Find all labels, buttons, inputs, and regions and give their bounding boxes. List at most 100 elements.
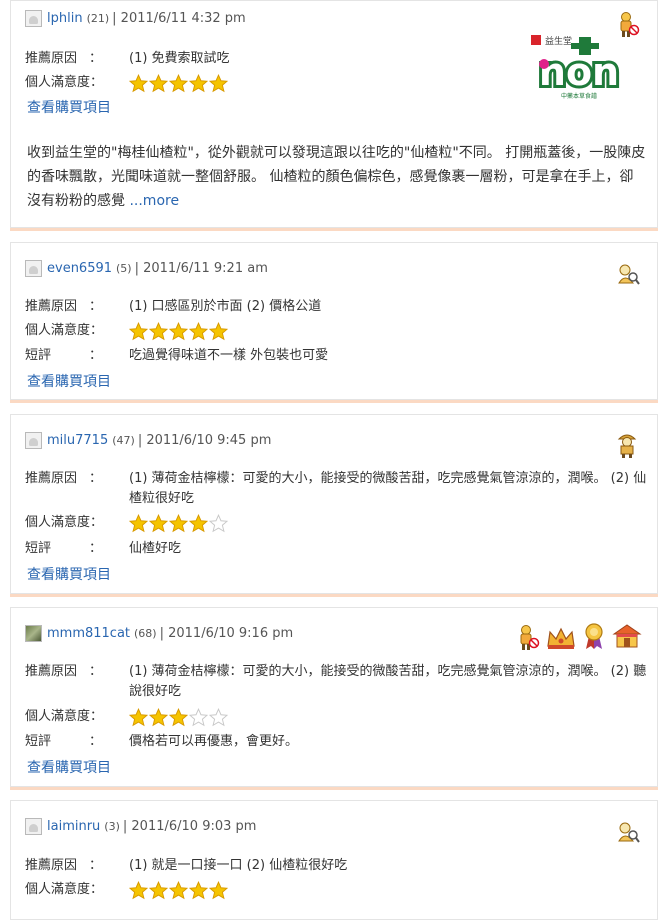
username-link[interactable]: mmm811cat [47, 626, 130, 641]
review-card: even6591 (5) | 2011/6/11 9:21 am 推薦原因 ： … [10, 242, 658, 400]
rating-stars [129, 322, 228, 341]
reason-row: 推薦原因 ： (1) 薄荷金桔檸檬：可愛的大小，能接受的微酸苦甜，吃完感覺氣管涼… [25, 662, 649, 702]
star-filled-icon [129, 514, 148, 533]
comment-row: 短評 ： 仙楂好吃 [25, 539, 181, 559]
star-filled-icon [209, 881, 228, 900]
reason-row: 推薦原因 ： (1) 就是一口接一口 (2) 仙楂粒很好吃 [25, 856, 347, 876]
review-header: even6591 (5) | 2011/6/11 9:21 am [25, 259, 268, 277]
star-filled-icon [149, 708, 168, 727]
view-purchase-link[interactable]: 查看購買項目 [27, 97, 111, 117]
svg-text:益生堂: 益生堂 [545, 35, 572, 47]
star-filled-icon [149, 74, 168, 93]
view-purchase-link[interactable]: 查看購買項目 [27, 564, 111, 584]
satisfaction-row: 個人滿意度： [25, 73, 228, 93]
review-date: | 2011/6/10 9:16 pm [159, 625, 294, 641]
reason-value: (1) 薄荷金桔檸檬：可愛的大小，能接受的微酸苦甜，吃完感覺氣管涼涼的，潤喉。 … [129, 664, 647, 699]
medal-badge-icon[interactable] [581, 622, 607, 650]
review-card: milu7715 (47) | 2011/6/10 9:45 pm 推薦原因 ：… [10, 414, 658, 594]
star-filled-icon [129, 881, 148, 900]
username-link[interactable]: even6591 [47, 261, 112, 276]
reason-value: (1) 就是一口接一口 (2) 仙楂粒很好吃 [129, 858, 348, 873]
avatar[interactable] [25, 817, 42, 835]
comment-row: 短評 ： 價格若可以再優惠，會更好。 [25, 732, 298, 752]
review-date: | 2011/6/11 4:32 pm [112, 10, 246, 26]
explorer-badge-icon[interactable] [615, 431, 641, 459]
star-filled-icon [169, 881, 188, 900]
review-header: laiminru (3) | 2011/6/10 9:03 pm [25, 817, 256, 835]
satisfaction-label: 個人滿意度： [25, 515, 104, 530]
rating-stars [129, 74, 228, 93]
comment-value: 吃過覺得味道不一樣 外包裝也可愛 [129, 348, 329, 363]
svg-text:中藥本草食譜: 中藥本草食譜 [561, 92, 597, 100]
comment-row: 短評 ： 吃過覺得味道不一樣 外包裝也可愛 [25, 346, 328, 366]
brand-logo: 益生堂 non 中藥本草食譜 [527, 31, 631, 101]
star-filled-icon [189, 881, 208, 900]
review-body: 收到益生堂的"梅桂仙楂粒"，從外觀就可以發現這跟以往吃的"仙楂粒"不同。 打開瓶… [27, 145, 646, 209]
satisfaction-row: 個人滿意度： [25, 707, 228, 727]
username-link[interactable]: lphlin [47, 11, 83, 26]
satisfaction-row: 個人滿意度： [25, 513, 228, 533]
review-date: | 2011/6/10 9:45 pm [137, 432, 272, 448]
search-person-badge-icon[interactable] [615, 819, 641, 847]
username-link[interactable]: milu7715 [47, 433, 108, 448]
reason-label: 推薦原因 [25, 664, 78, 679]
satisfaction-label: 個人滿意度： [25, 75, 104, 90]
review-header: milu7715 (47) | 2011/6/10 9:45 pm [25, 431, 271, 449]
review-date: | 2011/6/11 9:21 am [134, 260, 268, 276]
avatar[interactable] [25, 624, 42, 642]
view-purchase-link[interactable]: 查看購買項目 [27, 371, 111, 391]
shop-badge-icon[interactable] [611, 622, 643, 650]
star-filled-icon [209, 322, 228, 341]
reason-row: 推薦原因 ： (1) 免費索取試吃 [25, 49, 230, 69]
satisfaction-row: 個人滿意度： [25, 321, 228, 341]
reason-label: 推薦原因 [25, 51, 78, 66]
more-link[interactable]: ...more [129, 193, 179, 209]
star-empty-icon [209, 514, 228, 533]
rating-stars [129, 708, 228, 727]
review-date: | 2011/6/10 9:03 pm [122, 818, 257, 834]
star-filled-icon [129, 74, 148, 93]
star-filled-icon [189, 322, 208, 341]
review-header: lphlin (21) | 2011/6/11 4:32 pm [25, 9, 246, 27]
review-count: (68) [134, 626, 157, 640]
star-empty-icon [189, 708, 208, 727]
satisfaction-label: 個人滿意度： [25, 709, 104, 724]
comment-label: 短評 [25, 734, 52, 749]
star-filled-icon [149, 514, 168, 533]
star-filled-icon [149, 881, 168, 900]
star-filled-icon [169, 74, 188, 93]
rating-stars [129, 514, 228, 533]
star-filled-icon [129, 708, 148, 727]
view-purchase-link[interactable]: 查看購買項目 [27, 757, 111, 777]
rating-stars [129, 881, 228, 900]
member-badge-icon[interactable] [515, 624, 541, 652]
username-link[interactable]: laiminru [47, 819, 100, 834]
satisfaction-label: 個人滿意度： [25, 323, 104, 338]
review-card: lphlin (21) | 2011/6/11 4:32 pm 益生堂 non … [10, 0, 658, 228]
star-filled-icon [189, 514, 208, 533]
search-person-badge-icon[interactable] [615, 261, 641, 289]
reason-value: (1) 口感區別於市面 (2) 價格公道 [129, 299, 322, 314]
review-count: (47) [112, 433, 135, 447]
star-filled-icon [149, 322, 168, 341]
review-card: laiminru (3) | 2011/6/10 9:03 pm 推薦原因 ： … [10, 800, 658, 920]
reason-value: (1) 免費索取試吃 [129, 51, 230, 66]
avatar[interactable] [25, 259, 42, 277]
svg-text:non: non [539, 50, 619, 94]
comment-label: 短評 [25, 348, 52, 363]
star-filled-icon [169, 708, 188, 727]
reason-row: 推薦原因 ： (1) 薄荷金桔檸檬：可愛的大小，能接受的微酸苦甜，吃完感覺氣管涼… [25, 469, 649, 509]
comment-value: 價格若可以再優惠，會更好。 [129, 734, 299, 749]
comment-label: 短評 [25, 541, 52, 556]
star-filled-icon [169, 514, 188, 533]
comment-value: 仙楂好吃 [129, 541, 182, 556]
reason-value: (1) 薄荷金桔檸檬：可愛的大小，能接受的微酸苦甜，吃完感覺氣管涼涼的，潤喉。 … [129, 471, 647, 506]
reason-label: 推薦原因 [25, 299, 78, 314]
queen-crown-badge-icon[interactable] [545, 624, 577, 652]
star-filled-icon [209, 74, 228, 93]
avatar[interactable] [25, 431, 42, 449]
review-count: (21) [86, 11, 110, 25]
avatar[interactable] [25, 9, 42, 27]
reason-label: 推薦原因 [25, 858, 78, 873]
review-count: (3) [104, 819, 120, 833]
